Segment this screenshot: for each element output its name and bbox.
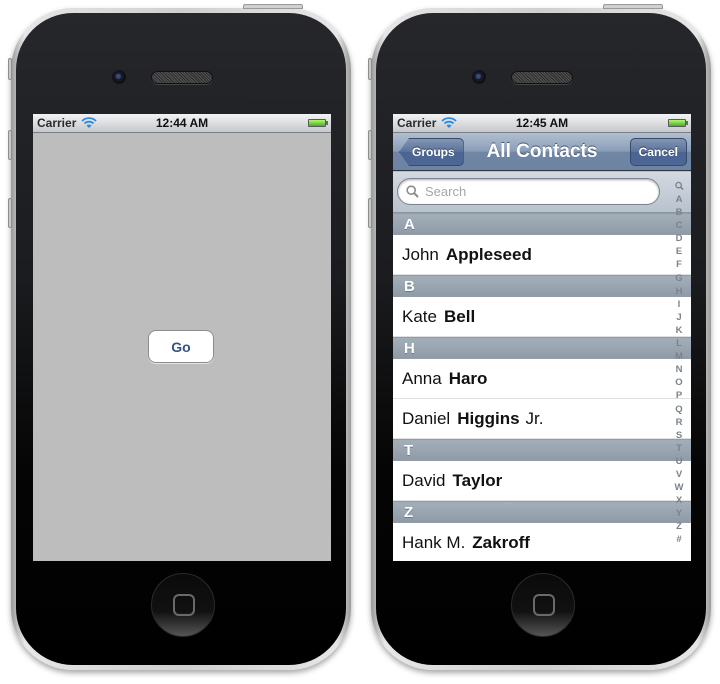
- index-letter[interactable]: K: [676, 324, 683, 337]
- contact-row[interactable]: Kate Bell: [393, 297, 691, 337]
- right-screen: Carrier 12:45 AM Groups All Contacts Can…: [393, 114, 691, 561]
- contact-row[interactable]: David Taylor: [393, 461, 691, 501]
- section-header: T: [393, 439, 691, 461]
- index-letter[interactable]: Y: [676, 507, 682, 520]
- speaker-grille-icon: [511, 71, 573, 84]
- contact-first-name: John: [402, 244, 439, 264]
- volume-down-button: [8, 198, 12, 228]
- home-button-icon: [173, 594, 195, 616]
- index-letter[interactable]: G: [675, 272, 682, 285]
- index-letter[interactable]: L: [676, 337, 682, 350]
- battery-icon: [668, 119, 688, 127]
- contact-suffix: Jr.: [525, 408, 544, 428]
- navigation-bar: Groups All Contacts Cancel: [393, 133, 691, 171]
- left-screen: Carrier 12:44 AM Go: [33, 114, 331, 561]
- right-iphone-simulator: Carrier 12:45 AM Groups All Contacts Can…: [368, 4, 711, 670]
- cancel-button[interactable]: Cancel: [629, 138, 687, 166]
- phone-bezel: Carrier 12:44 AM Go: [16, 13, 346, 665]
- battery-icon: [308, 119, 328, 127]
- contact-last-name: Bell: [443, 306, 476, 326]
- index-letter[interactable]: J: [676, 311, 681, 324]
- front-camera-icon: [472, 70, 486, 84]
- search-bar: Search: [393, 172, 691, 213]
- section-header: H: [393, 337, 691, 359]
- section-header: Z: [393, 501, 691, 523]
- contact-row[interactable]: Hank M. Zakroff: [393, 523, 691, 561]
- index-letter[interactable]: V: [676, 468, 682, 481]
- status-bar: Carrier 12:45 AM: [393, 114, 691, 133]
- contacts-list: Search A John Appleseed B Kate Bell H Anna Haro D…: [393, 172, 691, 561]
- status-time: 12:45 AM: [515, 116, 569, 130]
- left-iphone-simulator: Carrier 12:44 AM Go: [8, 4, 351, 670]
- volume-down-button: [368, 198, 372, 228]
- index-letter[interactable]: D: [676, 232, 683, 245]
- index-letter[interactable]: M: [675, 350, 683, 363]
- contact-row[interactable]: Daniel Higgins Jr.: [393, 399, 691, 439]
- index-letter[interactable]: H: [676, 285, 683, 298]
- speaker-grille-icon: [151, 71, 213, 84]
- index-letter[interactable]: W: [675, 481, 684, 494]
- index-letter[interactable]: A: [676, 193, 683, 206]
- contact-last-name: Taylor: [452, 470, 503, 490]
- index-letter[interactable]: B: [676, 206, 683, 219]
- go-button[interactable]: Go: [148, 330, 214, 363]
- contact-row[interactable]: John Appleseed: [393, 235, 691, 275]
- contact-first-name: David: [402, 470, 446, 490]
- contact-last-name: Appleseed: [445, 244, 532, 264]
- home-button[interactable]: [151, 573, 215, 637]
- front-camera-icon: [112, 70, 126, 84]
- contact-first-name: Anna: [402, 368, 442, 388]
- contact-first-name: Daniel: [402, 408, 451, 428]
- search-icon: [406, 185, 419, 198]
- index-search-icon[interactable]: [674, 181, 684, 191]
- sleep-button: [243, 4, 303, 9]
- index-letter[interactable]: F: [676, 258, 682, 271]
- search-placeholder: Search: [425, 184, 467, 199]
- mute-switch: [368, 58, 372, 80]
- volume-up-button: [8, 130, 12, 160]
- contact-last-name: Haro: [448, 368, 488, 388]
- index-letter[interactable]: S: [676, 429, 682, 442]
- index-letter[interactable]: U: [676, 455, 683, 468]
- contact-last-name: Zakroff: [472, 532, 530, 552]
- status-bar: Carrier 12:44 AM: [33, 114, 331, 133]
- contacts-sections: A John Appleseed B Kate Bell H Anna Haro Daniel Hi…: [393, 213, 691, 561]
- index-letter[interactable]: O: [675, 376, 682, 389]
- index-letter[interactable]: E: [676, 245, 682, 258]
- index-letter[interactable]: T: [676, 442, 682, 455]
- sleep-button: [603, 4, 663, 9]
- index-letter[interactable]: P: [676, 389, 682, 402]
- section-header: B: [393, 275, 691, 297]
- index-letter[interactable]: Q: [675, 403, 682, 416]
- index-letter[interactable]: X: [676, 494, 682, 507]
- index-letter[interactable]: N: [676, 363, 683, 376]
- index-letter[interactable]: Z: [676, 520, 682, 533]
- contact-first-name: Hank M.: [402, 532, 466, 552]
- contact-last-name: Higgins: [457, 408, 520, 428]
- volume-up-button: [368, 130, 372, 160]
- phone-bezel: Carrier 12:45 AM Groups All Contacts Can…: [376, 13, 706, 665]
- section-header: A: [393, 213, 691, 235]
- nav-title: All Contacts: [486, 140, 598, 162]
- contact-row[interactable]: Anna Haro: [393, 359, 691, 399]
- index-letter[interactable]: #: [676, 533, 681, 546]
- index-letter[interactable]: C: [676, 219, 683, 232]
- home-button-icon: [533, 594, 555, 616]
- groups-back-button[interactable]: Groups: [399, 138, 464, 166]
- home-button[interactable]: [511, 573, 575, 637]
- contact-first-name: Kate: [402, 306, 437, 326]
- status-time: 12:44 AM: [155, 116, 209, 130]
- index-letter[interactable]: I: [678, 298, 681, 311]
- index-letter[interactable]: R: [676, 416, 683, 429]
- section-index-bar[interactable]: A B C D E F G H I J K L M N O P Q R S T U V W X Y Z #: [672, 181, 686, 547]
- mute-switch: [8, 58, 12, 80]
- search-input[interactable]: Search: [397, 178, 660, 205]
